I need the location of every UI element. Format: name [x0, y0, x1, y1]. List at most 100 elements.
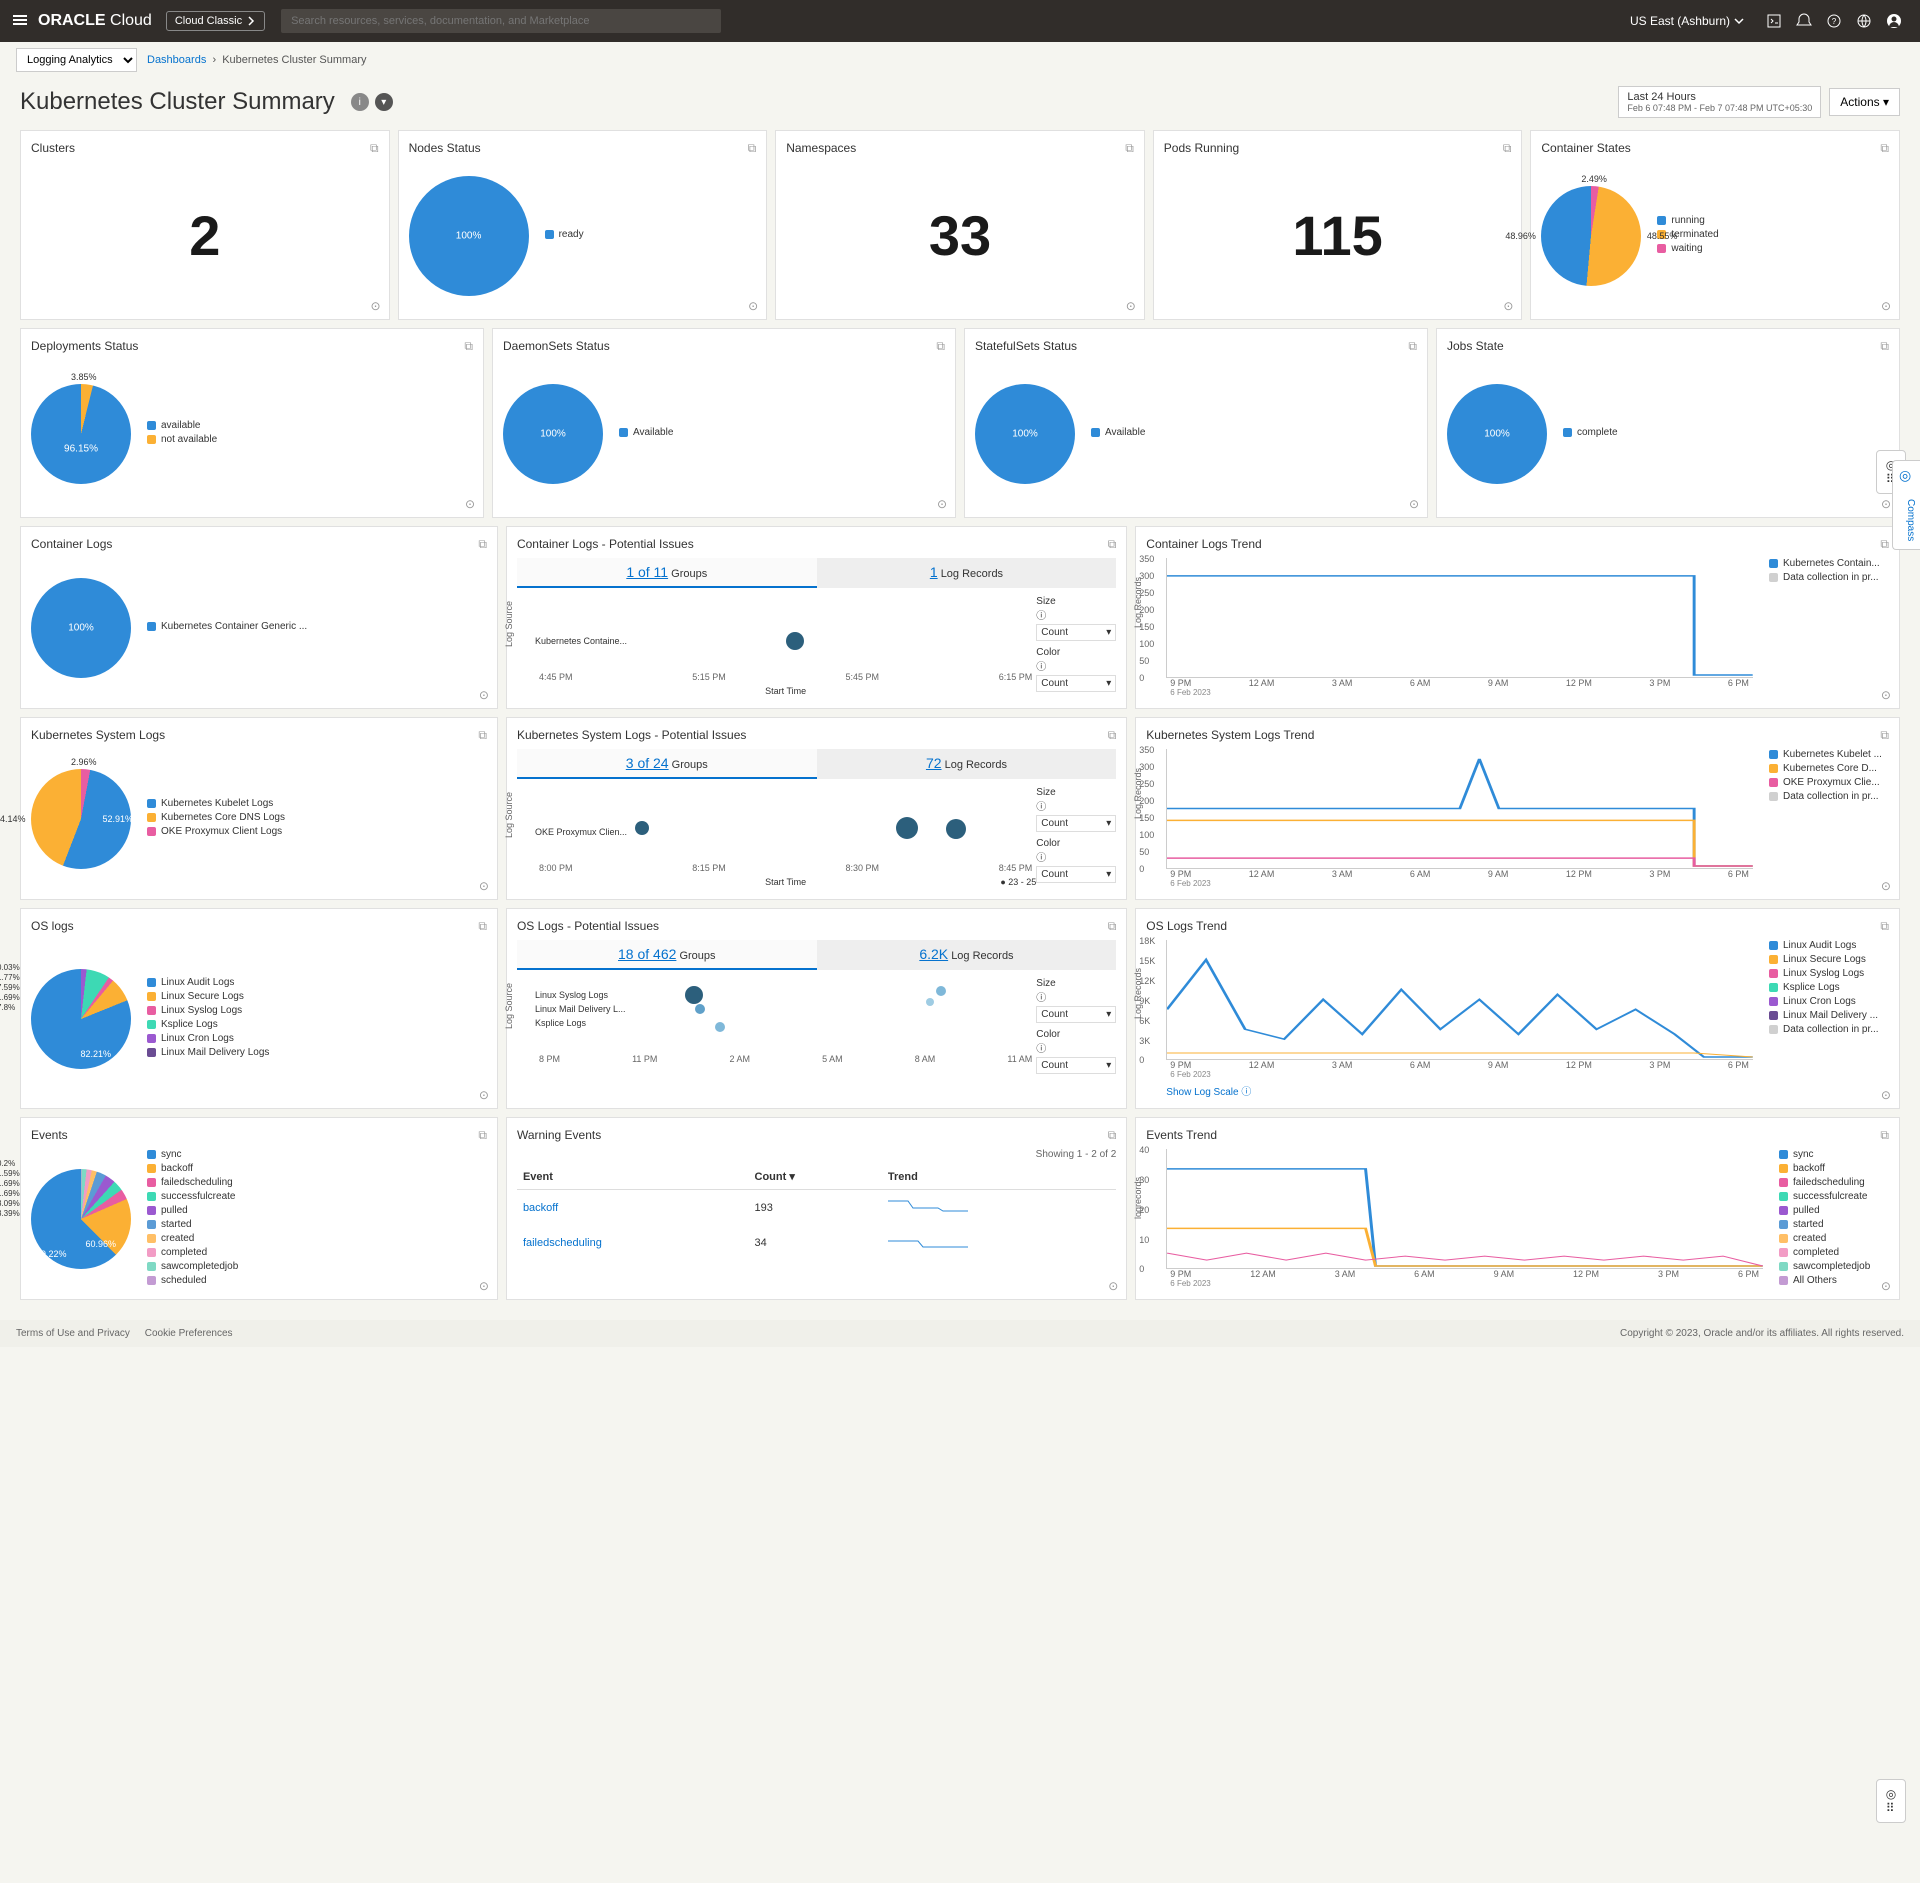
- tab-records[interactable]: 1 Log Records: [817, 558, 1117, 588]
- explore-icon[interactable]: ⊙: [1409, 497, 1419, 511]
- explore-icon[interactable]: ⊙: [479, 1088, 489, 1102]
- explore-icon[interactable]: ⊙: [1881, 497, 1891, 511]
- trend-chart[interactable]: 18K15K12K9K6K3K0: [1166, 940, 1753, 1060]
- info-icon[interactable]: i: [351, 93, 369, 111]
- color-select[interactable]: Count ▾: [1036, 675, 1116, 692]
- trend-chart[interactable]: 350300250200150100500: [1166, 558, 1753, 678]
- size-select[interactable]: Count ▾: [1036, 624, 1116, 641]
- help-widget-icon[interactable]: ◎⠿: [1876, 1779, 1906, 1823]
- search-input[interactable]: [281, 9, 721, 33]
- show-log-scale[interactable]: Show Log Scale ⓘ: [1166, 1083, 1753, 1098]
- open-icon[interactable]: ⧉: [478, 1128, 487, 1143]
- color-select[interactable]: Count ▾: [1036, 1057, 1116, 1074]
- open-icon[interactable]: ⧉: [1880, 537, 1889, 552]
- pie-center-label: 100%: [540, 428, 566, 439]
- legend-swatch: [1769, 941, 1778, 950]
- explore-icon[interactable]: ⊙: [1126, 299, 1136, 313]
- legend-item: Ksplice Logs: [147, 1019, 269, 1030]
- event-link[interactable]: backoff: [523, 1202, 558, 1214]
- explore-icon[interactable]: ⊙: [1881, 688, 1891, 702]
- trend-chart[interactable]: 403020100: [1166, 1149, 1763, 1269]
- explore-icon[interactable]: ⊙: [1881, 879, 1891, 893]
- explore-icon[interactable]: ⊙: [937, 497, 947, 511]
- y-tick: 250: [1139, 779, 1154, 789]
- open-icon[interactable]: ⧉: [936, 339, 945, 354]
- explore-icon[interactable]: ⊙: [1503, 299, 1513, 313]
- open-icon[interactable]: ⧉: [1503, 141, 1512, 156]
- legend-label: successfulcreate: [1793, 1191, 1867, 1202]
- open-icon[interactable]: ⧉: [478, 537, 487, 552]
- open-icon[interactable]: ⧉: [478, 919, 487, 934]
- help-icon[interactable]: ?: [1820, 7, 1848, 35]
- open-icon[interactable]: ⧉: [1108, 919, 1117, 934]
- open-icon[interactable]: ⧉: [1108, 728, 1117, 743]
- explore-icon[interactable]: ⊙: [479, 1279, 489, 1293]
- open-icon[interactable]: ⧉: [1408, 339, 1417, 354]
- open-icon[interactable]: ⧉: [1108, 537, 1117, 552]
- chart-controls: Size ⓘCount ▾ Color ⓘCount ▾: [1036, 787, 1116, 889]
- count-option: Count: [1041, 818, 1068, 829]
- open-icon[interactable]: ⧉: [1108, 1128, 1117, 1143]
- size-select[interactable]: Count ▾: [1036, 1006, 1116, 1023]
- show-log-label: Show Log Scale: [1166, 1087, 1238, 1098]
- open-icon[interactable]: ⧉: [464, 339, 473, 354]
- legend-swatch: [147, 622, 156, 631]
- explore-icon[interactable]: ⊙: [479, 879, 489, 893]
- globe-icon[interactable]: [1850, 7, 1878, 35]
- breadcrumb-dashboards[interactable]: Dashboards: [147, 54, 206, 66]
- card-ksys-trend: Kubernetes System Logs Trend ⧉ Log Recor…: [1135, 717, 1900, 900]
- explore-icon[interactable]: ⊙: [1881, 1279, 1891, 1293]
- cloud-classic-button[interactable]: Cloud Classic: [166, 11, 265, 31]
- table-row[interactable]: failedscheduling 34: [517, 1225, 1116, 1260]
- legend-swatch: [147, 1206, 156, 1215]
- explore-icon[interactable]: ⊙: [479, 688, 489, 702]
- tab-groups[interactable]: 18 of 462 Groups: [517, 940, 817, 970]
- legend-item: successfulcreate: [1779, 1191, 1889, 1202]
- actions-button[interactable]: Actions ▾: [1829, 88, 1900, 116]
- tab-groups[interactable]: 3 of 24 Groups: [517, 749, 817, 779]
- open-icon[interactable]: ⧉: [1880, 339, 1889, 354]
- legend-label: Data collection in pr...: [1783, 1024, 1879, 1035]
- x-tick: 11 PM: [632, 1054, 657, 1064]
- explore-icon[interactable]: ⊙: [1881, 1088, 1891, 1102]
- card-title: Namespaces: [786, 141, 856, 155]
- compass-tab[interactable]: Compass: [1892, 460, 1920, 550]
- announcements-icon[interactable]: [1790, 7, 1818, 35]
- col-event[interactable]: Event: [517, 1164, 749, 1190]
- filter-icon[interactable]: ▾: [375, 93, 393, 111]
- open-icon[interactable]: ⧉: [1125, 141, 1134, 156]
- legend: Linux Audit LogsLinux Secure LogsLinux S…: [1769, 940, 1889, 1098]
- size-select[interactable]: Count ▾: [1036, 815, 1116, 832]
- open-icon[interactable]: ⧉: [1880, 1128, 1889, 1143]
- cookies-link[interactable]: Cookie Preferences: [145, 1328, 233, 1339]
- open-icon[interactable]: ⧉: [370, 141, 379, 156]
- color-select[interactable]: Count ▾: [1036, 866, 1116, 883]
- explore-icon[interactable]: ⊙: [1108, 1279, 1118, 1293]
- open-icon[interactable]: ⧉: [748, 141, 757, 156]
- profile-icon[interactable]: [1880, 7, 1908, 35]
- service-selector[interactable]: Logging Analytics: [16, 48, 137, 72]
- col-trend[interactable]: Trend: [882, 1164, 1116, 1190]
- open-icon[interactable]: ⧉: [1880, 728, 1889, 743]
- legend-item: OKE Proxymux Clie...: [1769, 777, 1889, 788]
- trend-chart[interactable]: 350300250200150100500: [1166, 749, 1753, 869]
- legend-label: created: [1793, 1233, 1826, 1244]
- explore-icon[interactable]: ⊙: [1881, 299, 1891, 313]
- dev-tools-icon[interactable]: [1760, 7, 1788, 35]
- hamburger-icon[interactable]: [12, 12, 28, 31]
- terms-link[interactable]: Terms of Use and Privacy: [16, 1328, 130, 1339]
- region-selector[interactable]: US East (Ashburn): [1630, 14, 1744, 28]
- event-link[interactable]: failedscheduling: [523, 1237, 602, 1249]
- col-count[interactable]: Count ▾: [749, 1164, 882, 1190]
- explore-icon[interactable]: ⊙: [748, 299, 758, 313]
- time-range-selector[interactable]: Last 24 Hours Feb 6 07:48 PM - Feb 7 07:…: [1618, 86, 1821, 118]
- open-icon[interactable]: ⧉: [1880, 919, 1889, 934]
- explore-icon[interactable]: ⊙: [465, 497, 475, 511]
- table-row[interactable]: backoff 193: [517, 1190, 1116, 1226]
- open-icon[interactable]: ⧉: [1880, 141, 1889, 156]
- tab-groups[interactable]: 1 of 11 Groups: [517, 558, 817, 588]
- open-icon[interactable]: ⧉: [478, 728, 487, 743]
- tab-records[interactable]: 6.2K Log Records: [817, 940, 1117, 970]
- tab-records[interactable]: 72 Log Records: [817, 749, 1117, 779]
- explore-icon[interactable]: ⊙: [371, 299, 381, 313]
